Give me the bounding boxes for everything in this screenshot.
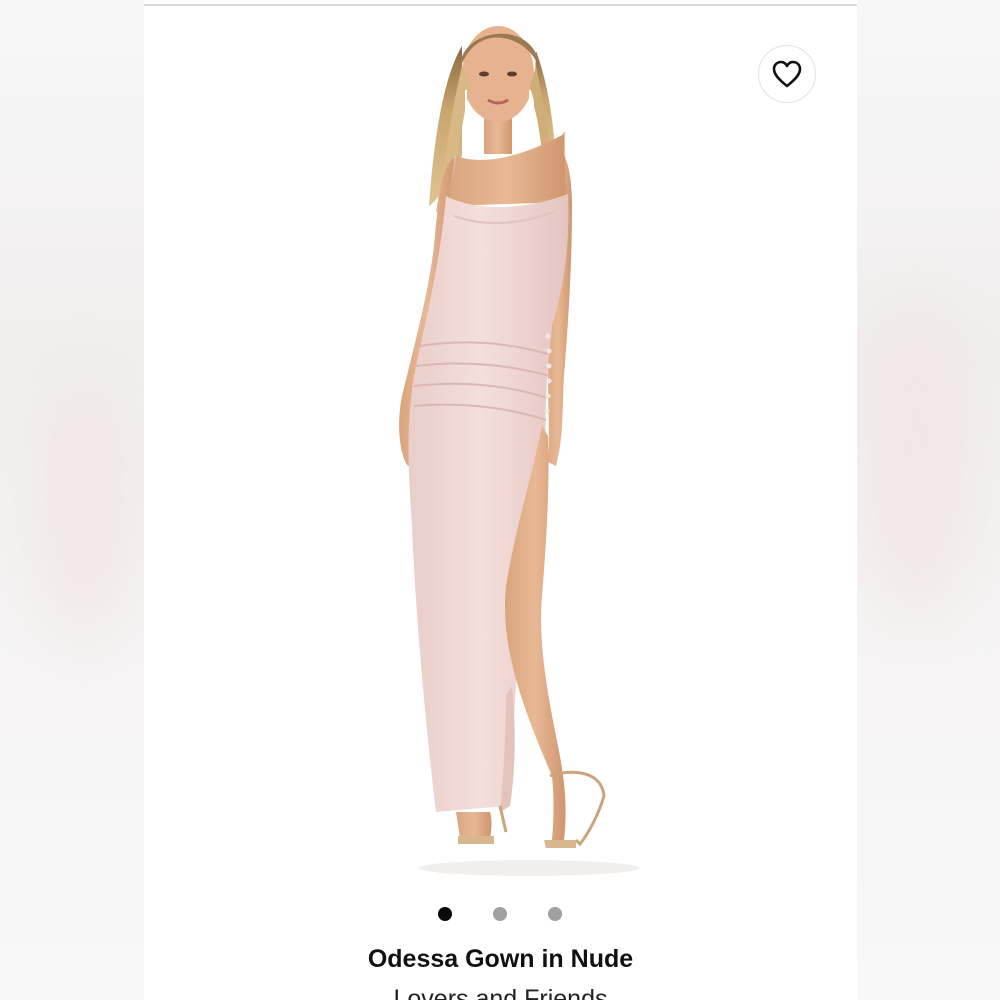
carousel-dot-3[interactable]	[548, 907, 562, 921]
screen: Odessa Gown in Nude Lovers and Friends	[0, 0, 1000, 1000]
product-title: Odessa Gown in Nude	[367, 945, 634, 973]
carousel-dot-2[interactable]	[493, 907, 507, 921]
favorite-button[interactable]	[758, 45, 816, 103]
blurred-backdrop-right	[857, 0, 1000, 1000]
product-card: Odessa Gown in Nude Lovers and Friends	[144, 0, 857, 1000]
image-carousel-indicators	[144, 906, 857, 922]
product-brand[interactable]: Lovers and Friends	[144, 982, 857, 1000]
heart-outline-icon	[772, 60, 802, 88]
product-image[interactable]	[144, 6, 857, 886]
carousel-dot-1[interactable]	[438, 907, 452, 921]
blurred-backdrop-left	[0, 0, 144, 1000]
